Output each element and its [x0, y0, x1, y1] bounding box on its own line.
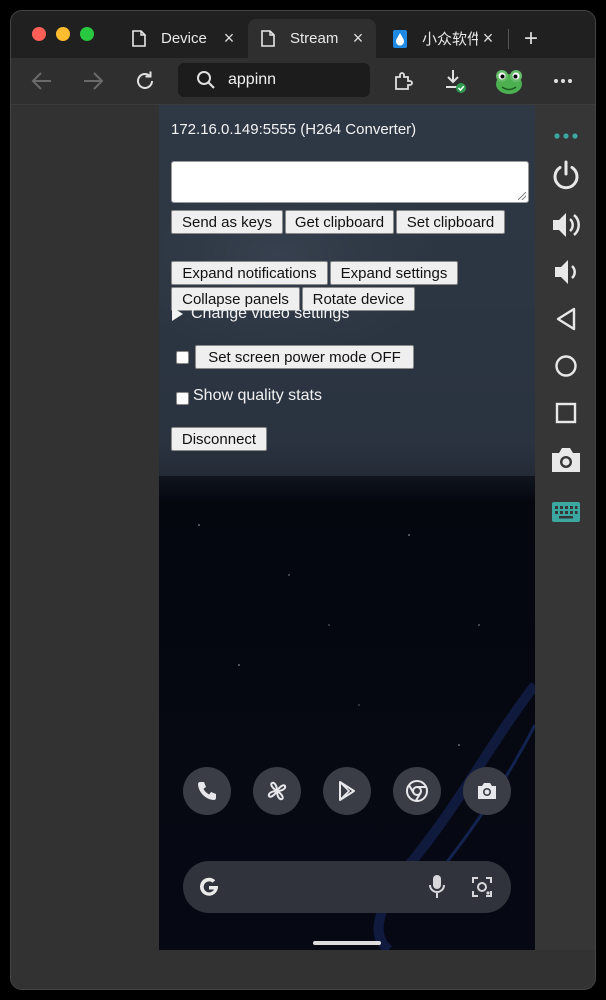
set-clipboard-button[interactable]: Set clipboard — [396, 210, 505, 234]
change-video-settings-toggle[interactable]: Change video settings — [191, 305, 349, 323]
fan-app-button[interactable] — [253, 767, 301, 815]
tab-device[interactable]: Device × — [119, 19, 247, 58]
address-text: appinn — [228, 71, 277, 88]
tab-divider — [508, 29, 509, 49]
page-icon — [131, 30, 147, 48]
screen-power-checkbox[interactable] — [176, 351, 189, 364]
disclosure-triangle-icon[interactable] — [172, 307, 183, 321]
tab-label: Device — [161, 30, 207, 47]
quality-stats-checkbox[interactable] — [176, 392, 189, 405]
maximize-window-button[interactable] — [80, 27, 94, 41]
phone-app-button[interactable] — [183, 767, 231, 815]
more-menu-button[interactable] — [548, 66, 578, 96]
tab-close-icon[interactable]: × — [348, 28, 368, 49]
keyboard-icon[interactable] — [549, 495, 583, 529]
resize-grip-icon[interactable] — [518, 192, 526, 200]
tab-label: Stream — [290, 30, 339, 47]
browser-toolbar: appinn — [11, 58, 595, 105]
new-tab-button[interactable]: + — [519, 25, 543, 53]
page-content: 172.16.0.149:5555 (H264 Converter) Send … — [11, 105, 595, 989]
back-icon[interactable] — [549, 302, 583, 336]
disconnect-button[interactable]: Disconnect — [171, 427, 267, 451]
arrow-right-icon — [84, 72, 104, 90]
play-store-app-button[interactable] — [323, 767, 371, 815]
reload-icon — [137, 71, 153, 89]
back-button[interactable] — [27, 66, 57, 96]
get-clipboard-button[interactable]: Get clipboard — [285, 210, 394, 234]
tab-close-icon[interactable]: × — [219, 28, 239, 49]
expand-notifications-button[interactable]: Expand notifications — [171, 261, 328, 285]
microphone-icon[interactable] — [427, 874, 447, 905]
play-store-icon — [339, 781, 355, 801]
chrome-app-button[interactable] — [393, 767, 441, 815]
browser-window: Device × Stream × 小众软件 × + appinn 172.16… — [10, 10, 596, 990]
minimize-window-button[interactable] — [56, 27, 70, 41]
frog-avatar-icon — [496, 70, 522, 94]
page-icon — [260, 30, 276, 48]
overview-icon[interactable] — [549, 396, 583, 430]
send-as-keys-button[interactable]: Send as keys — [171, 210, 283, 234]
show-quality-stats-label[interactable]: Show quality stats — [193, 387, 322, 405]
google-g-icon — [197, 875, 221, 904]
set-screen-power-mode-off-button[interactable]: Set screen power mode OFF — [195, 345, 414, 369]
tab-appinn[interactable]: 小众软件 × — [380, 19, 506, 58]
expand-settings-button[interactable]: Expand settings — [330, 261, 458, 285]
home-icon[interactable] — [549, 349, 583, 383]
title-bar: Device × Stream × 小众软件 × + — [11, 11, 595, 58]
download-icon — [446, 70, 466, 93]
water-drop-icon — [392, 29, 408, 48]
volume-up-icon[interactable] — [549, 208, 583, 242]
volume-down-icon[interactable] — [549, 255, 583, 289]
forward-button[interactable] — [78, 66, 108, 96]
extensions-button[interactable] — [388, 66, 418, 96]
profile-avatar[interactable] — [492, 64, 526, 98]
fan-icon — [267, 781, 287, 801]
text-input[interactable] — [171, 161, 529, 203]
more-dots-icon[interactable] — [549, 119, 583, 153]
gesture-home-bar[interactable] — [313, 941, 381, 945]
device-screen[interactable]: 172.16.0.149:5555 (H264 Converter) Send … — [159, 105, 535, 950]
address-bar[interactable]: appinn — [178, 63, 370, 97]
tab-close-icon[interactable]: × — [478, 28, 498, 49]
chrome-icon — [406, 780, 428, 802]
phone-icon — [198, 782, 216, 800]
search-icon — [196, 70, 216, 90]
puzzle-icon — [395, 72, 413, 90]
arrow-left-icon — [31, 72, 51, 90]
tab-label: 小众软件 — [422, 31, 478, 48]
google-search-bar[interactable] — [183, 861, 511, 913]
camera-app-button[interactable] — [463, 767, 511, 815]
device-control-sidebar — [535, 105, 595, 950]
downloads-button[interactable] — [441, 66, 471, 96]
power-icon[interactable] — [549, 158, 583, 192]
tab-stream[interactable]: Stream × — [248, 19, 376, 58]
close-window-button[interactable] — [32, 27, 46, 41]
reload-button[interactable] — [130, 66, 160, 96]
connection-title: 172.16.0.149:5555 (H264 Converter) — [171, 121, 417, 138]
screenshot-icon[interactable] — [549, 443, 583, 477]
ellipsis-icon — [554, 79, 572, 83]
camera-icon — [478, 783, 496, 799]
control-panel: 172.16.0.149:5555 (H264 Converter) Send … — [159, 105, 535, 476]
lens-icon[interactable] — [470, 875, 494, 904]
